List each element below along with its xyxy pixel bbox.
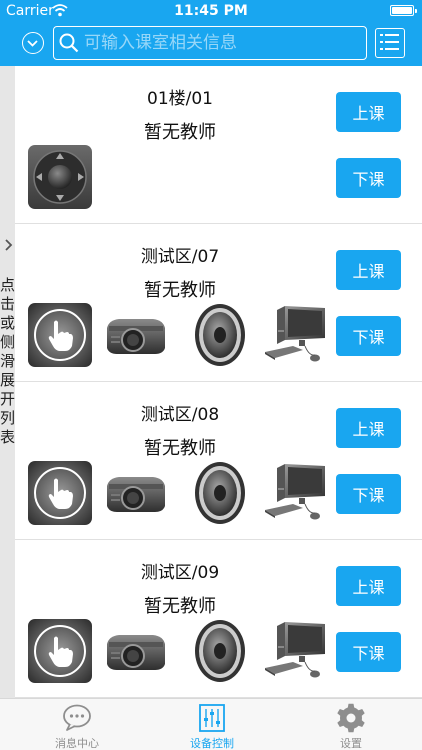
tab-bar: 消息中心 设备控制 设置 <box>0 698 422 750</box>
search-box[interactable] <box>53 26 367 60</box>
teacher-name: 暂无教师 <box>144 122 216 143</box>
end-class-button[interactable]: 下课 <box>336 316 401 356</box>
touch-control-icon[interactable] <box>27 302 93 368</box>
chat-bubble-icon <box>63 704 91 731</box>
room-name: 测试区/08 <box>140 405 220 425</box>
teacher-name: 暂无教师 <box>144 438 216 459</box>
tab-message-center[interactable]: 消息中心 <box>17 699 137 750</box>
computer-icon[interactable] <box>263 618 329 684</box>
start-class-button[interactable]: 上课 <box>336 250 401 290</box>
room-row: 测试区/09 暂无教师 上课 下课 <box>15 540 422 698</box>
speaker-icon[interactable] <box>187 460 253 526</box>
tab-label: 消息中心 <box>55 737 99 750</box>
speaker-icon[interactable] <box>187 302 253 368</box>
room-row: 测试区/08 暂无教师 上课 下课 <box>15 382 422 540</box>
list-menu-button[interactable] <box>375 28 405 58</box>
room-list: 01楼/01 暂无教师 上课 下课 测试区/07 暂无教师 上课 下课 测试区/… <box>15 66 422 698</box>
start-class-button[interactable]: 上课 <box>336 92 401 132</box>
projector-icon[interactable] <box>103 302 169 368</box>
room-name: 测试区/07 <box>140 247 220 267</box>
chevron-down-icon <box>27 40 38 47</box>
start-class-button[interactable]: 上课 <box>336 408 401 448</box>
status-bar: Carrier 11:45 PM <box>0 0 422 22</box>
room-row: 测试区/07 暂无教师 上课 下课 <box>15 224 422 382</box>
computer-icon[interactable] <box>263 460 329 526</box>
drawer-hint-text: 点击或侧滑展开列表 <box>0 276 16 446</box>
remote-control-icon[interactable] <box>27 144 93 210</box>
chevron-right-icon <box>5 239 13 251</box>
computer-icon[interactable] <box>263 302 329 368</box>
touch-control-icon[interactable] <box>27 460 93 526</box>
end-class-button[interactable]: 下课 <box>336 158 401 198</box>
side-drawer-tab[interactable]: 点击或侧滑展开列表 <box>0 66 15 698</box>
top-bar: Carrier 11:45 PM <box>0 0 422 66</box>
projector-icon[interactable] <box>103 618 169 684</box>
end-class-button[interactable]: 下课 <box>336 474 401 514</box>
search-icon <box>59 33 79 53</box>
tab-device-control[interactable]: 设备控制 <box>152 699 272 750</box>
search-input[interactable] <box>84 29 359 57</box>
tab-settings[interactable]: 设置 <box>291 699 411 750</box>
tab-label: 设备控制 <box>190 737 234 750</box>
battery-icon <box>390 5 417 16</box>
control-panel-icon <box>199 704 225 732</box>
teacher-name: 暂无教师 <box>144 280 216 301</box>
dropdown-toggle-button[interactable] <box>22 32 44 54</box>
room-name: 01楼/01 <box>147 89 213 109</box>
room-row: 01楼/01 暂无教师 上课 下课 <box>15 66 422 224</box>
room-name: 测试区/09 <box>140 563 220 583</box>
list-menu-icon <box>380 34 399 50</box>
status-time: 11:45 PM <box>174 3 248 19</box>
speaker-icon[interactable] <box>187 618 253 684</box>
teacher-name: 暂无教师 <box>144 596 216 617</box>
start-class-button[interactable]: 上课 <box>336 566 401 606</box>
tab-label: 设置 <box>340 737 362 750</box>
projector-icon[interactable] <box>103 460 169 526</box>
gear-icon <box>337 703 365 733</box>
end-class-button[interactable]: 下课 <box>336 632 401 672</box>
touch-control-icon[interactable] <box>27 618 93 684</box>
